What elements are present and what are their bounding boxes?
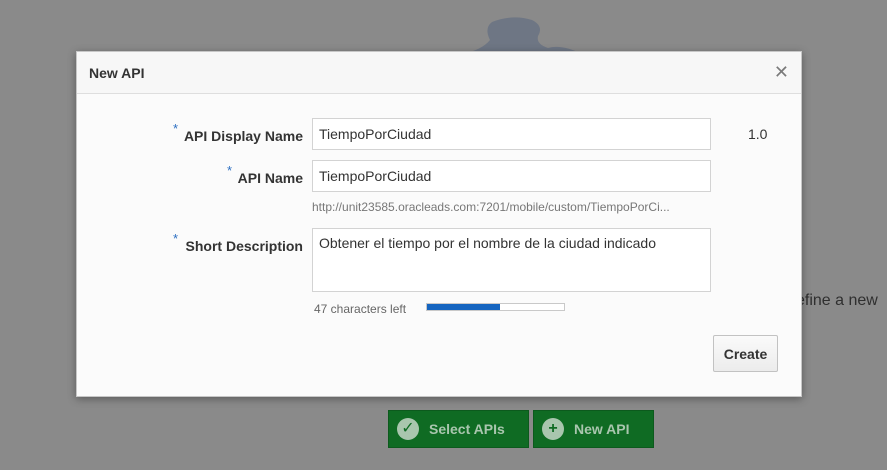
dialog-header: New API ✕ xyxy=(77,52,801,94)
close-icon[interactable]: ✕ xyxy=(774,63,789,81)
character-usage-bar xyxy=(426,303,565,311)
required-marker-description: * xyxy=(173,231,179,246)
required-marker-display-name: * xyxy=(173,121,179,136)
new-api-label: New API xyxy=(574,421,630,437)
dialog-title: New API xyxy=(89,65,145,81)
plus-circle-icon: + xyxy=(542,418,564,440)
background-hint-text: efine a new xyxy=(796,292,878,309)
short-description-textarea[interactable]: Obtener el tiempo por el nombre de la ci… xyxy=(312,228,711,292)
required-marker-api-name: * xyxy=(227,163,233,178)
display-name-input[interactable] xyxy=(312,118,711,150)
display-name-label: API Display Name xyxy=(183,128,303,144)
api-name-label: API Name xyxy=(237,170,303,186)
check-circle-icon: ✓ xyxy=(397,418,419,440)
select-apis-label: Select APIs xyxy=(429,421,505,437)
characters-left-text: 47 characters left xyxy=(314,302,407,316)
new-api-background-button: + New API xyxy=(533,410,654,448)
select-apis-button: ✓ Select APIs xyxy=(388,410,529,448)
new-api-dialog: New API ✕ * API Display Name 1.0 * API N… xyxy=(76,51,802,397)
api-name-input[interactable] xyxy=(312,160,711,192)
version-label: 1.0 xyxy=(748,126,768,142)
create-button[interactable]: Create xyxy=(713,335,778,372)
short-description-label: Short Description xyxy=(185,238,303,254)
api-url-text: http://unit23585.oracleads.com:7201/mobi… xyxy=(312,200,670,214)
character-usage-fill xyxy=(427,304,500,310)
